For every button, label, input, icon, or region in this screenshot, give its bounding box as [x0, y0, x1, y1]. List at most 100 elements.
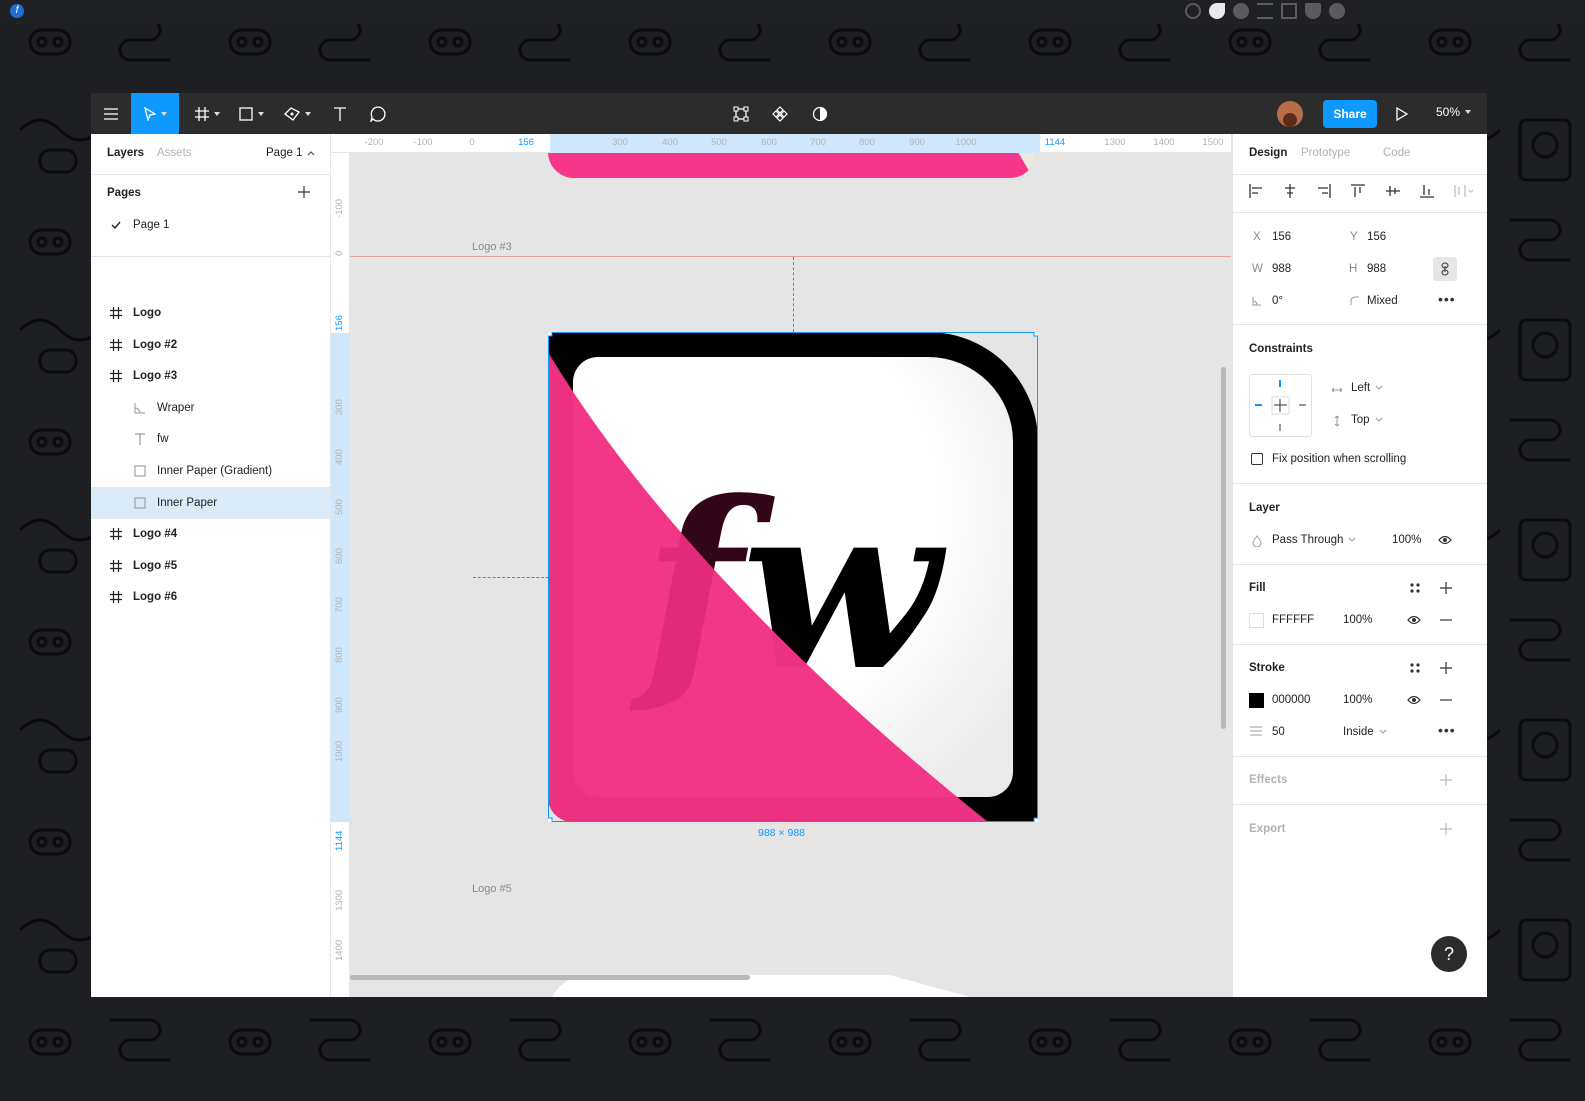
align-center-h-icon[interactable]	[1283, 184, 1297, 198]
layer-row[interactable]: Logo #6	[91, 581, 331, 613]
frame-label-logo-3[interactable]: Logo #3	[472, 241, 512, 253]
ruler-tick-label: -100	[334, 198, 345, 218]
share-button[interactable]: Share	[1323, 100, 1377, 128]
blend-mode-select[interactable]: Pass Through	[1272, 534, 1357, 546]
remove-fill-minus-icon[interactable]	[1440, 619, 1452, 621]
add-fill-plus-icon[interactable]	[1440, 582, 1452, 594]
frame-label-logo-5[interactable]: Logo #5	[472, 883, 512, 895]
page-selector[interactable]: Page 1	[266, 147, 316, 159]
layer-row[interactable]: Logo #3	[91, 360, 331, 392]
tab-code[interactable]: Code	[1383, 147, 1411, 159]
fix-position-label: Fix position when scrolling	[1272, 453, 1407, 465]
stroke-align-select[interactable]: Inside	[1343, 726, 1388, 738]
layer-opacity-input[interactable]: 100%	[1392, 534, 1421, 546]
layer-label: Logo	[133, 307, 162, 319]
tab-design[interactable]: Design	[1249, 147, 1287, 159]
distribute-icon[interactable]	[1454, 184, 1474, 198]
fill-color-swatch[interactable]	[1249, 613, 1264, 628]
eye-icon[interactable]	[1438, 535, 1452, 545]
h-input[interactable]: 988	[1367, 263, 1386, 275]
logo-2-partial[interactable]	[548, 153, 1036, 178]
tab-layers[interactable]: Layers	[107, 147, 144, 159]
stroke-opacity-input[interactable]: 100%	[1343, 694, 1372, 706]
ruler-tick-label: 1000	[955, 137, 977, 148]
layer-row[interactable]: fw	[91, 423, 331, 455]
main-menu-button[interactable]	[91, 93, 131, 134]
fill-opacity-input[interactable]: 100%	[1343, 614, 1372, 626]
stroke-more-options-icon[interactable]: •••	[1438, 722, 1456, 738]
add-page-button[interactable]	[298, 185, 310, 203]
add-export-plus-icon[interactable]	[1440, 823, 1452, 835]
constraints-widget[interactable]	[1249, 374, 1312, 437]
cursor-icon	[143, 106, 156, 121]
list-icon[interactable]	[1257, 3, 1273, 19]
layer-row[interactable]: Logo #4	[91, 518, 331, 550]
x-input[interactable]: 156	[1272, 231, 1291, 243]
canvas[interactable]: Logo #3 fw f 988 × 988 Logo #5	[350, 153, 1231, 997]
edit-object-button[interactable]	[726, 93, 756, 134]
layer-row[interactable]: Logo	[91, 297, 331, 329]
zoom-dropdown[interactable]: 50%	[1436, 105, 1472, 119]
stroke-color-swatch[interactable]	[1249, 693, 1264, 708]
scrollbar-horizontal[interactable]	[350, 975, 750, 980]
stroke-weight-input[interactable]: 50	[1272, 726, 1285, 738]
layer-row[interactable]: Logo #5	[91, 550, 331, 582]
rotation-input[interactable]: 0°	[1272, 295, 1283, 307]
page-item[interactable]: Page 1	[91, 209, 331, 241]
shape-tool-button[interactable]	[231, 93, 271, 134]
ruler-tick-label: 156	[334, 315, 345, 331]
chevron-down-icon	[1379, 729, 1387, 734]
app-logo-icon[interactable]: f	[10, 4, 24, 18]
ruler-tick-label: 900	[909, 137, 925, 148]
layer-row[interactable]: Inner Paper (Gradient)	[91, 455, 331, 487]
w-input[interactable]: 988	[1272, 263, 1291, 275]
styles-grid-icon[interactable]	[1409, 582, 1421, 594]
present-button[interactable]	[1387, 93, 1417, 134]
fix-position-checkbox[interactable]	[1251, 453, 1263, 465]
component-button[interactable]	[765, 93, 795, 134]
layer-row[interactable]: Inner Paper	[91, 486, 331, 519]
radius-input[interactable]: Mixed	[1367, 295, 1398, 307]
scrollbar-vertical[interactable]	[1221, 367, 1226, 729]
move-tool-button[interactable]	[131, 93, 179, 134]
eye-icon[interactable]	[1407, 695, 1421, 705]
comment-tool-button[interactable]	[363, 93, 393, 134]
align-center-v-icon[interactable]	[1385, 184, 1400, 198]
align-top-icon[interactable]	[1351, 184, 1366, 198]
pen-tool-button[interactable]	[277, 93, 317, 134]
text-tool-button[interactable]	[325, 93, 355, 134]
layer-label: Logo #5	[133, 559, 178, 572]
cloud-icon[interactable]	[1329, 3, 1345, 19]
constrain-proportions-button[interactable]	[1433, 257, 1457, 281]
logo-3-artwork[interactable]: fw f	[548, 332, 1038, 822]
add-effect-plus-icon[interactable]	[1440, 774, 1452, 786]
chat-icon[interactable]	[1233, 3, 1249, 19]
shield-icon[interactable]	[1305, 3, 1321, 19]
align-bottom-icon[interactable]	[1419, 184, 1434, 198]
frame-tool-button[interactable]	[187, 93, 227, 134]
eye-icon[interactable]	[1407, 615, 1421, 625]
globe-icon[interactable]	[1185, 3, 1201, 19]
horizontal-constraint-select[interactable]: Left	[1351, 382, 1384, 394]
os-menubar: f	[0, 0, 1585, 24]
help-button[interactable]: ?	[1431, 936, 1467, 972]
add-stroke-plus-icon[interactable]	[1440, 662, 1452, 674]
tab-prototype[interactable]: Prototype	[1301, 147, 1350, 159]
pen-icon[interactable]	[1209, 3, 1225, 19]
y-input[interactable]: 156	[1367, 231, 1386, 243]
remove-stroke-minus-icon[interactable]	[1440, 699, 1452, 701]
stroke-hex-input[interactable]: 000000	[1272, 694, 1310, 706]
more-options-icon[interactable]: •••	[1438, 291, 1456, 307]
layer-label: Logo #3	[133, 370, 178, 383]
layer-row[interactable]: Wraper	[91, 392, 331, 424]
mask-button[interactable]	[805, 93, 835, 134]
align-right-icon[interactable]	[1317, 184, 1331, 198]
window-icon[interactable]	[1281, 3, 1297, 19]
align-left-icon[interactable]	[1249, 184, 1263, 198]
styles-grid-icon[interactable]	[1409, 662, 1421, 674]
fill-hex-input[interactable]: FFFFFF	[1272, 614, 1314, 626]
user-avatar[interactable]	[1277, 101, 1303, 127]
tab-assets[interactable]: Assets	[157, 147, 192, 159]
layer-row[interactable]: Logo #2	[91, 329, 331, 361]
vertical-constraint-select[interactable]: Top	[1351, 414, 1384, 426]
